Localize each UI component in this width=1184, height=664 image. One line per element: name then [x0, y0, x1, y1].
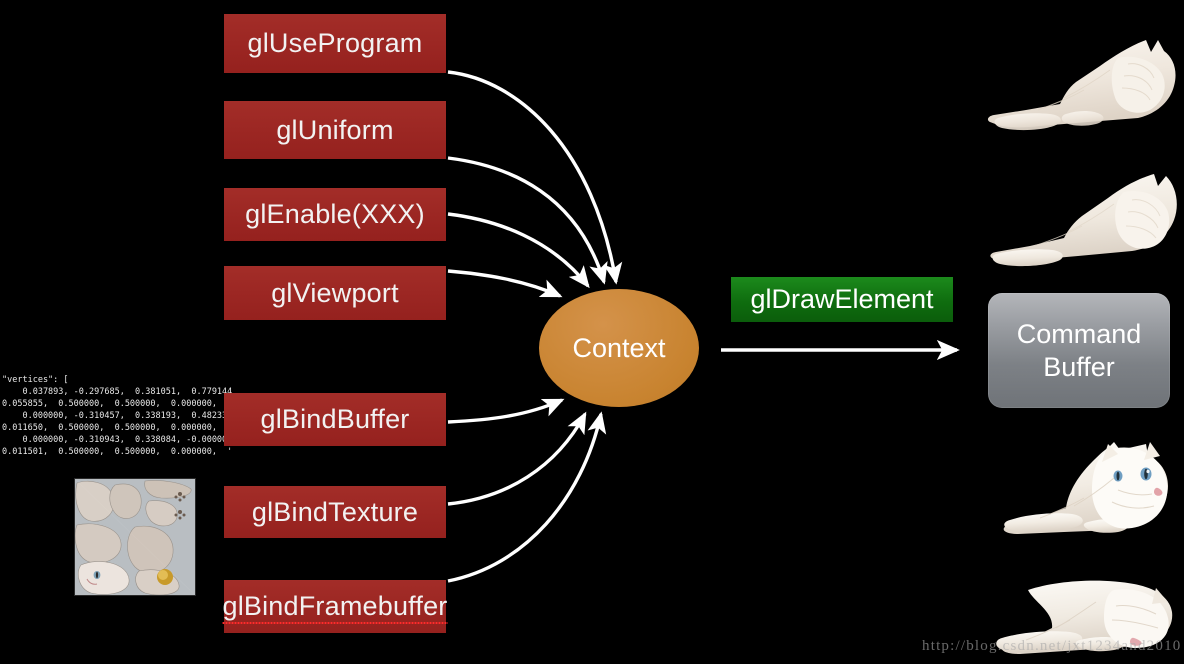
arrow-from-glenable	[447, 212, 590, 289]
cat-render-3	[968, 440, 1184, 555]
draw-call-label: glDrawElement	[750, 284, 934, 314]
command-buffer-node[interactable]: Command Buffer	[988, 293, 1170, 408]
context-node-label: Context	[572, 332, 666, 363]
command-box-label: glEnable(XXX)	[245, 199, 425, 229]
draw-call-box[interactable]: glDrawElement	[731, 277, 953, 322]
command-box-glviewport[interactable]: glViewport	[224, 266, 446, 320]
command-box-label: glViewport	[271, 277, 399, 308]
arrow-from-glbindtexture	[447, 411, 587, 506]
command-box-glbindbuffer[interactable]: glBindBuffer	[224, 393, 446, 446]
diagram-canvas: "vertices": [ 0.037893, -0.297685, 0.381…	[0, 0, 1184, 664]
context-node[interactable]: Context	[539, 289, 699, 407]
command-box-label: glBindTexture	[251, 496, 419, 527]
command-box-gluseprogram[interactable]: glUseProgram	[224, 14, 446, 73]
arrow-from-glbindbuffer	[447, 398, 565, 424]
command-box-glenable[interactable]: glEnable(XXX)	[224, 188, 446, 241]
command-box-glbindtexture[interactable]: glBindTexture	[224, 486, 446, 538]
command-box-glbindframebuffer[interactable]: glBindFramebuffer	[222, 580, 448, 633]
command-box-label: glUniform	[276, 114, 394, 145]
cat-render-2	[968, 158, 1184, 268]
arrow-from-gluseprogram	[447, 70, 623, 285]
arrow-from-gluniform	[447, 156, 608, 285]
command-box-gluniform[interactable]: glUniform	[224, 101, 446, 159]
cat-texture-atlas-image	[74, 478, 196, 596]
command-buffer-label-line1: Command	[1016, 318, 1142, 349]
command-box-label: glUseProgram	[247, 28, 423, 58]
arrow-from-glbindframebuffer	[447, 411, 607, 583]
command-buffer-label-line2: Buffer	[1043, 351, 1115, 382]
vertices-data-text: "vertices": [ 0.037893, -0.297685, 0.381…	[2, 375, 233, 457]
command-box-label: glBindBuffer	[260, 404, 410, 434]
command-box-label: glBindFramebuffer	[222, 591, 448, 624]
watermark-text: http://blog.csdn.net/jxt1234and2010	[922, 638, 1182, 654]
cat-render-1	[968, 18, 1184, 138]
arrow-from-glviewport	[447, 269, 563, 298]
